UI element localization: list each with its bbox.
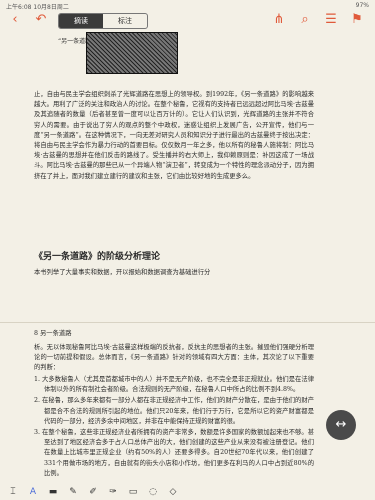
- brush-icon[interactable]: ✑: [106, 485, 120, 499]
- numbered-list: 1. 大多数秘鲁人（尤其是首都城市中的人）并不是无产阶级，也不完全是非正规就业。…: [34, 375, 314, 480]
- pen-icon[interactable]: ✎: [66, 485, 80, 499]
- document-page: “另一条道路”。 止，自由与民主学会组织刺杀了光辉道路在思想上的领导权。到199…: [0, 32, 375, 322]
- share-icon[interactable]: ⋔: [270, 12, 288, 28]
- search-icon[interactable]: ⌕: [296, 12, 314, 28]
- running-head: 8 另一条道路: [34, 330, 72, 337]
- tab-read[interactable]: 摘读: [59, 14, 103, 28]
- top-toolbar: ‹ ↶ 摘读 标注 ⋔ ⌕ ☰ ⚑: [0, 10, 375, 32]
- lasso-icon[interactable]: ◌: [146, 485, 160, 499]
- list-item: 3. 在整个秘鲁，这些非正规经济业者所拥有的资产非常多，数额是许多国家的数额加起…: [34, 429, 314, 477]
- status-battery: 97%: [355, 2, 369, 9]
- text-cursor-icon[interactable]: ⌶: [6, 485, 20, 499]
- paragraph: 本书列举了大量事实和数据，开以报始和数据调查为基础进行分: [34, 269, 211, 276]
- shapes-icon[interactable]: ◇: [166, 485, 180, 499]
- back-icon[interactable]: ‹: [6, 12, 24, 28]
- mode-switch: 摘读 标注: [58, 13, 148, 29]
- tab-mark[interactable]: 标注: [103, 14, 147, 28]
- highlighter-icon[interactable]: ▬: [46, 485, 60, 499]
- paragraph: 止，自由与民主学会组织刺杀了光辉道路在思想上的领导权。到1992年，《另一条道路…: [34, 91, 314, 180]
- annotation-toolbar: ⌶ A ▬ ✎ ✐ ✑ ▭ ◌ ◇: [0, 484, 375, 500]
- figure-image: [86, 32, 178, 74]
- undo-icon[interactable]: ↶: [32, 12, 50, 28]
- paragraph: 析。无以体现秘鲁阿比马埃·古兹曼这样极端的反抗者，反抗主的思想者的主张。摧毁他们…: [34, 344, 314, 372]
- document-page: 8 另一条道路 析。无以体现秘鲁阿比马埃·古兹曼这样极端的反抗者，反抗主的思想者…: [0, 322, 375, 491]
- pencil-icon[interactable]: ✐: [86, 485, 100, 499]
- eraser-icon[interactable]: ▭: [126, 485, 140, 499]
- expand-arrows-icon[interactable]: ↔: [326, 410, 356, 440]
- bookmark-icon[interactable]: ⚑: [348, 12, 366, 28]
- list-item: 2. 在秘鲁，那么多年来都有一部分人都在非正规经济中工作，他们的财产分散在，是由…: [34, 397, 314, 425]
- list-icon[interactable]: ☰: [322, 12, 340, 28]
- list-item: 1. 大多数秘鲁人（尤其是首都城市中的人）并不是无产阶级，也不完全是非正规就业。…: [34, 376, 314, 394]
- font-icon[interactable]: A: [26, 485, 40, 499]
- section-heading: 《另一条道路》的阶级分析理论: [34, 252, 161, 262]
